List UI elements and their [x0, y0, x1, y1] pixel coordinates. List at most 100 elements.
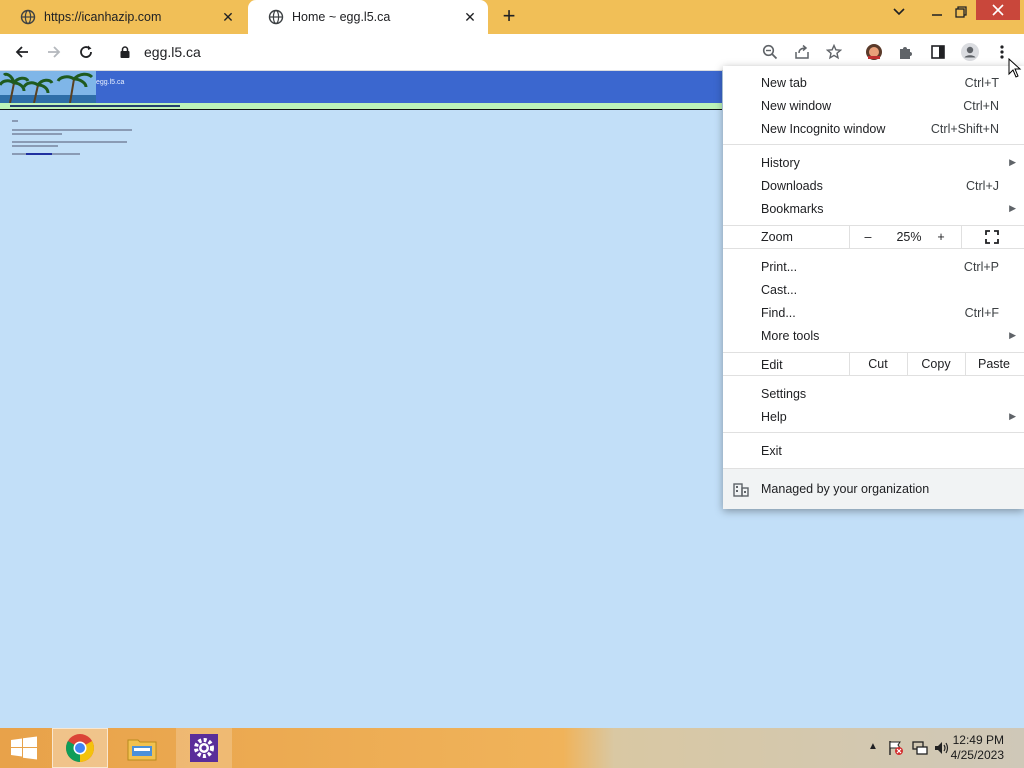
menu-label: New window — [761, 98, 832, 113]
menu-shortcut: Ctrl+N — [963, 98, 999, 113]
tab-strip: https://icanhazip.com ✕ Home ~ egg.l5.ca… — [0, 0, 1024, 34]
taskbar-settings-button[interactable] — [176, 728, 232, 768]
chrome-logo-icon — [66, 734, 94, 762]
windows-taskbar: ▲ 12:49 PM 4/25/2023 — [0, 728, 1024, 768]
new-tab-button[interactable]: + — [498, 5, 520, 27]
edit-row: Edit Cut Copy Paste — [723, 352, 1024, 376]
zoom-in-button[interactable]: + — [928, 226, 954, 248]
restore-button[interactable] — [950, 2, 972, 22]
action-center-flag-icon[interactable] — [888, 740, 904, 756]
zoom-out-button[interactable]: – — [855, 226, 881, 248]
menu-item-bookmarks[interactable]: Bookmarks ▶ — [723, 197, 1024, 220]
menu-label: Downloads — [761, 178, 823, 193]
fullscreen-icon — [985, 230, 999, 244]
menu-item-history[interactable]: History ▶ — [723, 151, 1024, 174]
zoom-level: 25% — [896, 230, 922, 244]
minimize-button[interactable] — [926, 2, 948, 22]
menu-label: Help — [761, 409, 787, 424]
zoom-label: Zoom — [761, 230, 793, 244]
forward-arrow-icon[interactable] — [42, 40, 66, 64]
menu-label: Find... — [761, 305, 796, 320]
tab-icanhazip[interactable]: https://icanhazip.com ✕ — [0, 0, 246, 34]
divider — [961, 226, 962, 248]
url-text: egg.l5.ca — [144, 44, 201, 60]
managed-label: Managed by your organization — [761, 482, 930, 496]
side-panel-icon[interactable] — [926, 40, 950, 64]
windows-logo-icon — [11, 736, 37, 760]
taskbar-chrome-button[interactable] — [52, 728, 108, 768]
menu-item-new-incognito-window[interactable]: New Incognito window Ctrl+Shift+N — [723, 117, 1024, 140]
mouse-cursor-icon — [1008, 58, 1022, 78]
start-button[interactable] — [0, 728, 48, 768]
menu-item-new-window[interactable]: New window Ctrl+N — [723, 94, 1024, 117]
menu-label: Settings — [761, 386, 807, 401]
menu-shortcut: Ctrl+J — [966, 178, 999, 193]
menu-item-more-tools[interactable]: More tools ▶ — [723, 324, 1024, 347]
menu-label: More tools — [761, 328, 820, 343]
chrome-main-menu: New tab Ctrl+T New window Ctrl+N New Inc… — [723, 66, 1024, 509]
taskbar-file-explorer-button[interactable] — [114, 728, 170, 768]
cut-button[interactable]: Cut — [850, 353, 906, 375]
building-icon — [733, 483, 749, 497]
submenu-arrow-icon: ▶ — [1009, 330, 1016, 340]
menu-label: Bookmarks — [761, 201, 824, 216]
site-nav-links[interactable] — [10, 105, 180, 107]
menu-shortcut: Ctrl+P — [963, 259, 999, 274]
menu-label: New Incognito window — [761, 121, 886, 136]
show-hidden-icons-chevron-icon[interactable]: ▲ — [868, 741, 878, 752]
submenu-arrow-icon: ▶ — [1009, 157, 1016, 167]
bookmark-star-icon[interactable] — [822, 40, 846, 64]
menu-item-exit[interactable]: Exit — [723, 439, 1024, 462]
address-bar[interactable]: egg.l5.ca — [108, 37, 848, 67]
menu-separator — [723, 432, 1024, 433]
page-text-line — [12, 145, 58, 147]
tab-title: https://icanhazip.com — [44, 10, 162, 24]
close-tab-icon[interactable]: ✕ — [220, 9, 236, 25]
menu-item-downloads[interactable]: Downloads Ctrl+J — [723, 174, 1024, 197]
page-link[interactable] — [26, 153, 52, 155]
menu-label: History — [761, 155, 800, 170]
managed-by-organization-row[interactable]: Managed by your organization — [723, 468, 1024, 509]
paste-button[interactable]: Paste — [966, 353, 1022, 375]
menu-item-help[interactable]: Help ▶ — [723, 405, 1024, 428]
menu-label: Cast... — [761, 282, 798, 297]
back-arrow-icon[interactable] — [10, 40, 34, 64]
profile-icon[interactable] — [958, 40, 982, 64]
divider — [849, 226, 850, 248]
taskbar-clock[interactable]: 12:49 PM 4/25/2023 — [951, 733, 1004, 763]
share-icon[interactable] — [790, 40, 814, 64]
globe-icon — [20, 9, 36, 25]
reload-icon[interactable] — [74, 40, 98, 64]
submenu-arrow-icon: ▶ — [1009, 203, 1016, 213]
palm-trees-image — [0, 71, 96, 103]
fullscreen-button[interactable] — [979, 226, 1005, 248]
network-icon[interactable] — [912, 740, 928, 756]
gear-icon — [190, 734, 218, 762]
clock-time: 12:49 PM — [952, 733, 1004, 747]
site-title: egg.l5.ca — [96, 79, 125, 86]
lock-icon[interactable] — [118, 45, 132, 59]
volume-icon[interactable] — [934, 740, 950, 756]
extensions-puzzle-icon[interactable] — [894, 40, 918, 64]
close-tab-icon[interactable]: ✕ — [462, 9, 478, 25]
menu-item-cast[interactable]: Cast... — [723, 278, 1024, 301]
tab-search-chevron-icon[interactable] — [888, 2, 910, 22]
tab-home-egg[interactable]: Home ~ egg.l5.ca ✕ — [248, 0, 488, 34]
edit-label: Edit — [761, 358, 783, 372]
menu-separator — [723, 144, 1024, 145]
menu-shortcut: Ctrl+Shift+N — [930, 121, 999, 136]
menu-item-settings[interactable]: Settings — [723, 382, 1024, 405]
menu-label: New tab — [761, 75, 807, 90]
zoom-magnifier-icon[interactable] — [758, 40, 782, 64]
close-window-button[interactable] — [976, 0, 1020, 20]
menu-item-print[interactable]: Print... Ctrl+P — [723, 255, 1024, 278]
site-nav-bar — [0, 103, 722, 110]
menu-item-new-tab[interactable]: New tab Ctrl+T — [723, 71, 1024, 94]
menu-item-find[interactable]: Find... Ctrl+F — [723, 301, 1024, 324]
menu-label: Print... — [761, 259, 798, 274]
clock-date: 4/25/2023 — [950, 748, 1004, 762]
extension-avatar-icon[interactable] — [862, 40, 886, 64]
menu-label: Exit — [761, 443, 782, 458]
page-text-line — [12, 133, 62, 135]
copy-button[interactable]: Copy — [908, 353, 964, 375]
